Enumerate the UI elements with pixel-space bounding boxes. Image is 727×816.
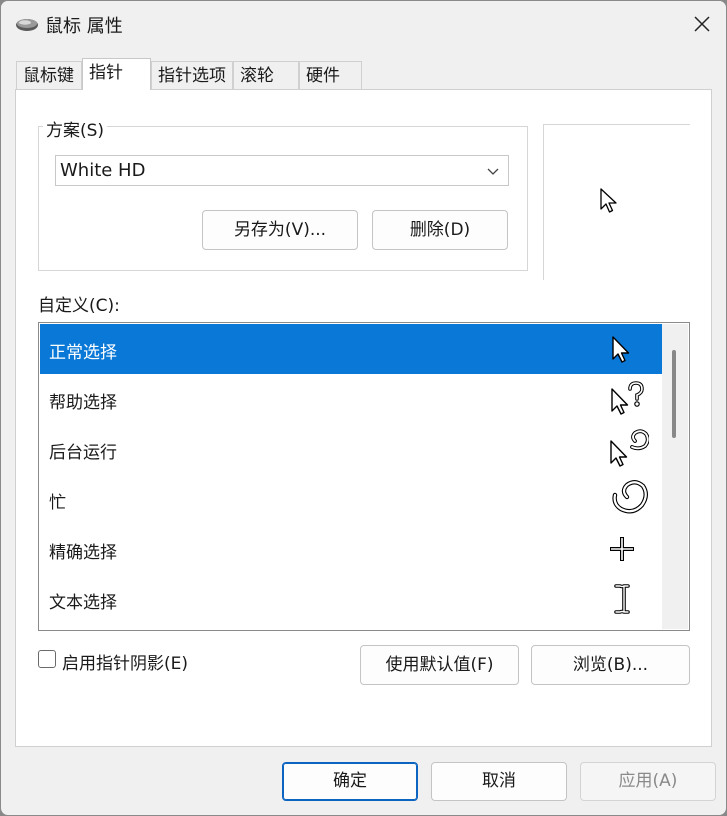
list-item-label: 后台运行 — [49, 443, 117, 463]
arrow-cursor-icon — [612, 336, 630, 363]
scrollbar-thumb[interactable] — [672, 350, 676, 438]
tab-label: 滚轮 — [240, 66, 274, 86]
cancel-button[interactable]: 取消 — [431, 762, 567, 801]
list-item-busy[interactable]: 忙 — [40, 474, 662, 524]
list-item-label: 忙 — [49, 493, 66, 513]
ok-button[interactable]: 确定 — [282, 762, 418, 801]
pointer-shadow-checkbox[interactable] — [38, 650, 56, 668]
cursor-preview — [543, 124, 690, 280]
use-default-button[interactable]: 使用默认值(F) — [360, 645, 519, 685]
close-icon — [694, 16, 710, 32]
tab-hardware[interactable]: 硬件 — [299, 61, 362, 89]
pointers-tab-panel: 方案(S) White HD 另存为(V)... 删除(D) 自定义(C): 正… — [15, 89, 712, 747]
list-item-text-select[interactable]: 文本选择 — [40, 574, 662, 624]
text-beam-cursor-icon — [614, 584, 630, 614]
browse-button[interactable]: 浏览(B)... — [531, 645, 690, 685]
list-item-working-in-background[interactable]: 后台运行 — [40, 424, 662, 474]
list-item-label: 文本选择 — [49, 593, 117, 613]
busy-cursor-icon — [612, 480, 648, 514]
arrow-cursor-icon — [600, 188, 617, 213]
scheme-group: 方案(S) White HD 另存为(V)... 删除(D) — [38, 116, 528, 271]
mouse-properties-dialog: 鼠标 属性 鼠标键 指针 指针选项 滚轮 硬件 方案(S) White HD 另… — [0, 0, 727, 816]
tab-label: 指针选项 — [158, 66, 226, 86]
tab-label: 鼠标键 — [23, 66, 74, 86]
tab-wheel[interactable]: 滚轮 — [233, 61, 299, 89]
list-item-label: 精确选择 — [49, 543, 117, 563]
tab-pointer-options[interactable]: 指针选项 — [151, 61, 233, 89]
customize-label: 自定义(C): — [38, 296, 120, 316]
list-item-help-select[interactable]: 帮助选择 — [40, 374, 662, 424]
list-item-label: 正常选择 — [49, 343, 117, 363]
list-item-label: 帮助选择 — [49, 393, 117, 413]
pointer-shadow-label: 启用指针阴影(E) — [62, 654, 189, 674]
working-in-background-cursor-icon — [610, 429, 649, 467]
title-bar: 鼠标 属性 — [1, 1, 726, 47]
scheme-selected-value: White HD — [60, 160, 146, 181]
tab-label: 指针 — [89, 63, 123, 83]
window-title: 鼠标 属性 — [45, 16, 123, 37]
tab-pointers[interactable]: 指针 — [82, 58, 151, 90]
list-item-normal-select[interactable]: 正常选择 — [40, 324, 662, 374]
help-cursor-icon — [611, 381, 644, 415]
list-scrollbar[interactable] — [662, 324, 688, 629]
tab-label: 硬件 — [306, 66, 340, 86]
scheme-dropdown[interactable]: White HD — [55, 155, 509, 186]
tab-buttons[interactable]: 鼠标键 — [16, 61, 82, 89]
cursor-list[interactable]: 正常选择 帮助选择 后台运行 忙 精确选择 文本选择 — [38, 322, 690, 631]
crosshair-cursor-icon — [610, 537, 634, 561]
mouse-icon — [16, 19, 38, 31]
close-button[interactable] — [678, 1, 726, 47]
scheme-legend: 方案(S) — [43, 116, 108, 141]
list-item-precision-select[interactable]: 精确选择 — [40, 524, 662, 574]
apply-button[interactable]: 应用(A) — [580, 762, 716, 801]
delete-button[interactable]: 删除(D) — [372, 210, 508, 250]
chevron-down-icon — [487, 168, 499, 175]
save-as-button[interactable]: 另存为(V)... — [202, 210, 358, 250]
